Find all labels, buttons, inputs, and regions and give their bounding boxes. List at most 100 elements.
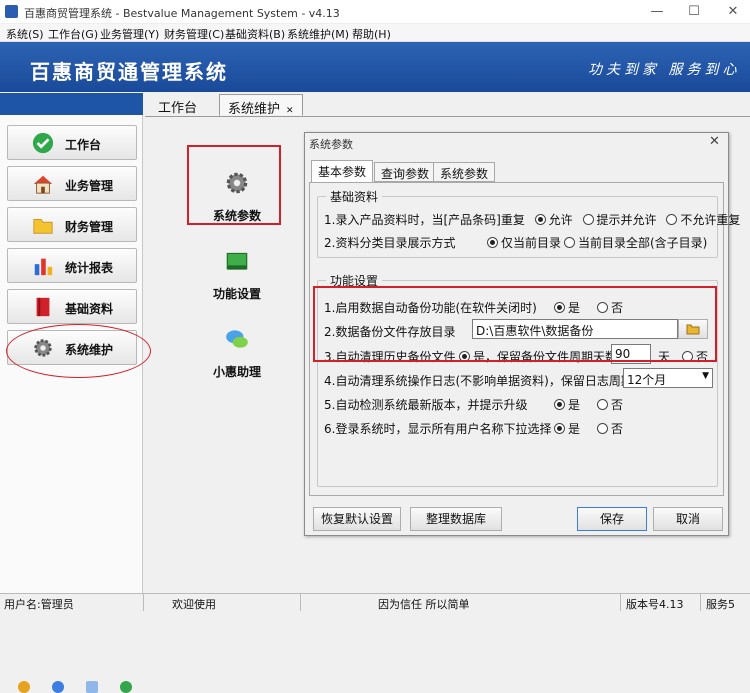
tile-function-settings[interactable]: 功能设置 [192, 248, 282, 302]
radio-current-dir[interactable]: 仅当前目录 [487, 234, 561, 251]
group-basic-data: 基础资料 1.录入产品资料时，当[产品条码]重复 允许 提示并允许 不允许重复 … [317, 188, 740, 258]
radio-version-yes[interactable]: 是 [554, 396, 580, 413]
maximize-button[interactable]: ☐ [683, 3, 705, 21]
radio-dot [582, 214, 594, 225]
close-window-button[interactable]: ✕ [722, 3, 744, 21]
sidebar-item-label: 业务管理 [65, 179, 114, 193]
highlight-box-backup [313, 286, 717, 362]
sidebar-item-label: 工作台 [65, 138, 102, 152]
tidy-database-button[interactable]: 整理数据库 [410, 507, 502, 531]
sidebar-header [0, 93, 143, 115]
tile-label: 功能设置 [212, 287, 261, 301]
restore-defaults-button[interactable]: 恢复默认设置 [313, 507, 401, 531]
dialog-close-button[interactable]: ✕ [709, 134, 720, 149]
check-icon [32, 132, 54, 154]
radio-label: 否 [611, 422, 624, 436]
select-value: 12个月 [627, 373, 667, 387]
title-bar: 百惠商贸管理系统 - Bestvalue Management System -… [0, 0, 750, 24]
radio-dot [487, 237, 498, 248]
radio-dot [554, 399, 565, 410]
cancel-button[interactable]: 取消 [653, 507, 723, 531]
radio-dot [554, 423, 565, 434]
app-icon [5, 5, 18, 18]
tab-query-params[interactable]: 查询参数 [374, 162, 437, 182]
module-icon [226, 252, 248, 270]
radio-label: 是 [568, 422, 581, 436]
banner-title: 百惠商贸通管理系统 [30, 60, 228, 84]
radio-label: 提示并允许 [596, 213, 657, 227]
menu-maintenance[interactable]: 系统维护(M) [287, 26, 349, 42]
monitor-icon[interactable] [86, 681, 98, 693]
sidebar-item-reports[interactable]: 统计报表 [7, 248, 137, 283]
radio-label: 是 [568, 398, 581, 412]
row-label: 1.录入产品资料时，当[产品条码]重复 [324, 213, 525, 227]
login-dropdown-label: 6.登录系统时，显示所有用户名称下拉选择 [324, 422, 552, 436]
tab-basic-params[interactable]: 基本参数 [311, 160, 374, 183]
menu-workbench[interactable]: 工作台(G) [48, 26, 98, 42]
sidebar-item-business[interactable]: 业务管理 [7, 166, 137, 201]
radio-login-no[interactable]: 否 [597, 420, 623, 437]
sidebar-item-basic-data[interactable]: 基础资料 [7, 289, 137, 324]
window-title: 百惠商贸管理系统 - Bestvalue Management System -… [24, 7, 340, 20]
tab-divider [145, 116, 750, 117]
radio-label: 不允许重复 [680, 213, 741, 227]
status-separator [700, 594, 701, 611]
refresh-icon[interactable] [120, 681, 132, 693]
tab-system-params[interactable]: 系统参数 [433, 162, 496, 182]
menu-business[interactable]: 业务管理(Y) [100, 26, 159, 42]
barcode-dup-row: 1.录入产品资料时，当[产品条码]重复 允许 提示并允许 不允许重复 [324, 211, 740, 228]
radio-label: 否 [611, 398, 624, 412]
radio-label: 允许 [548, 213, 573, 227]
radio-allow[interactable]: 允许 [534, 213, 573, 227]
log-cleanup-label: 4.自动清理系统操作日志(不影响单据资料)，保留日志周期 [324, 374, 633, 388]
menu-system[interactable]: 系统(S) [6, 26, 44, 42]
dialog-title: 系统参数 [309, 138, 353, 151]
sidebar-item-workbench[interactable]: 工作台 [7, 125, 137, 160]
radio-version-no[interactable]: 否 [597, 396, 623, 413]
chat-icon [226, 330, 248, 348]
main-tab-bar: 工作台 系统维护 ✕ [145, 94, 750, 117]
folder-icon [33, 219, 53, 234]
menu-finance[interactable]: 财务管理(C) [164, 26, 224, 42]
tab-maintenance-label: 系统维护 [228, 102, 281, 117]
group-legend: 基础资料 [326, 188, 383, 205]
minimize-button[interactable]: — [646, 3, 668, 21]
log-period-select[interactable]: 12个月 ▼ [623, 368, 713, 388]
house-icon [33, 175, 53, 194]
tile-assistant[interactable]: 小惠助理 [192, 326, 282, 380]
status-bar: 用户名:管理员 欢迎使用 因为信任 所以简单 版本号4.13 服务5 [0, 593, 750, 611]
key-icon[interactable] [18, 681, 30, 693]
sidebar-item-finance[interactable]: 财务管理 [7, 207, 137, 242]
sidebar-item-label: 基础资料 [65, 302, 114, 316]
menu-bar: 系统(S) 工作台(G) 业务管理(Y) 财务管理(C) 基础资料(B) 系统维… [0, 24, 750, 42]
radio-login-yes[interactable]: 是 [554, 420, 580, 437]
highlight-box-tile [187, 145, 281, 225]
status-separator [300, 594, 301, 611]
radio-dot [597, 423, 608, 434]
sidebar-item-label: 财务管理 [65, 220, 114, 234]
clock-icon[interactable] [52, 681, 64, 693]
tab-workbench[interactable]: 工作台 [150, 94, 205, 116]
highlight-oval [6, 324, 151, 378]
radio-dot [564, 237, 575, 248]
radio-disallow[interactable]: 不允许重复 [666, 213, 740, 227]
row-label: 2.资料分类目录展示方式 [324, 236, 456, 250]
save-button[interactable]: 保存 [577, 507, 647, 531]
radio-dot [597, 399, 608, 410]
app-banner: 百惠商贸通管理系统 功夫到家 服务到心 [0, 42, 750, 92]
radio-dot [534, 214, 546, 225]
category-display-row: 2.资料分类目录展示方式 仅当前目录 当前目录全部(含子目录) [324, 234, 707, 251]
bar-chart-icon [34, 258, 53, 276]
radio-all-subdirs[interactable]: 当前目录全部(含子目录) [564, 234, 707, 251]
radio-prompt-allow[interactable]: 提示并允许 [582, 213, 657, 227]
menu-help[interactable]: 帮助(H) [352, 26, 391, 42]
tab-maintenance[interactable]: 系统维护 ✕ [219, 94, 303, 117]
tab-close-icon[interactable]: ✕ [286, 106, 294, 116]
radio-dot [666, 214, 678, 225]
sidebar-item-label: 统计报表 [65, 261, 114, 275]
tile-label: 小惠助理 [212, 365, 261, 379]
menu-basic-data[interactable]: 基础资料(B) [225, 26, 285, 42]
radio-label: 当前目录全部(含子目录) [578, 236, 708, 250]
banner-slogan: 功夫到家 服务到心 [588, 62, 741, 78]
status-separator [620, 594, 621, 611]
